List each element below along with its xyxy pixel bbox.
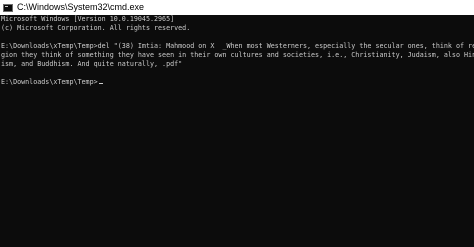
console-line: ism, and Buddhism. And quite naturally, … [1, 60, 183, 68]
cmd-window: C:\Windows\System32\cmd.exe Microsoft Wi… [0, 0, 474, 247]
console-line: gion they think of something they have s… [1, 51, 474, 59]
console-output[interactable]: Microsoft Windows [Version 10.0.19045.29… [0, 15, 474, 247]
console-line: Microsoft Windows [Version 10.0.19045.29… [1, 15, 175, 23]
prompt-text: E:\Downloads\xTemp\Temp> [1, 78, 98, 86]
console-line: E:\Downloads\xTemp\Temp>del "(38) Imtia:… [1, 42, 474, 50]
console-icon [3, 3, 13, 12]
title-bar[interactable]: C:\Windows\System32\cmd.exe [0, 0, 474, 15]
text-cursor [98, 83, 103, 84]
console-line: (c) Microsoft Corporation. All rights re… [1, 24, 191, 32]
prompt-line[interactable]: E:\Downloads\xTemp\Temp> [1, 78, 474, 87]
window-title: C:\Windows\System32\cmd.exe [17, 2, 145, 12]
